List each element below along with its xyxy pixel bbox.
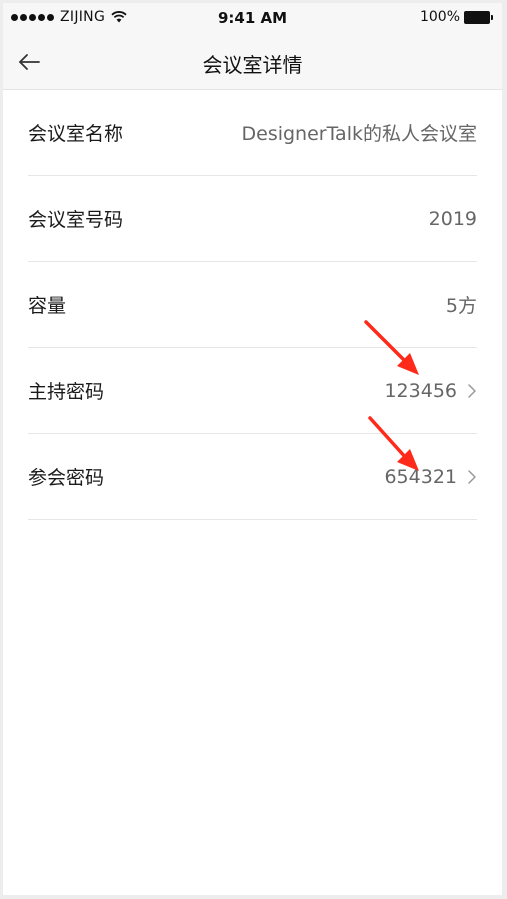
battery-percentage: 100% [419,9,460,25]
battery-icon [464,10,494,24]
host-password-value: 123456 [384,379,457,402]
status-right: 100% [420,9,494,25]
row-host-password[interactable]: 主持密码 123456 [28,348,477,434]
row-attendee-password[interactable]: 参会密码 654321 [28,434,477,520]
row-label: 容量 [28,295,67,317]
chevron-right-icon [468,469,476,484]
room-detail-list: 会议室名称 DesignerTalk的私人会议室 会议室号码 2019 容量 5… [3,90,502,520]
row-label: 主持密码 [28,381,105,403]
row-label: 会议室名称 [28,123,124,145]
row-label: 会议室号码 [28,209,124,231]
row-capacity: 容量 5方 [28,262,477,348]
navigation-bar: 会议室详情 [3,35,502,90]
room-name-value: DesignerTalk的私人会议室 [241,123,478,145]
page-title: 会议室详情 [202,53,303,77]
room-number-value: 2019 [428,207,477,230]
attendee-password-value: 654321 [384,465,457,488]
chevron-right-icon [468,383,476,398]
phone-screen: ZIJING 9:41 AM 100% 会议室详情 会议室名称 Designer… [3,3,502,895]
row-room-number: 会议室号码 2019 [28,176,477,262]
status-bar: ZIJING 9:41 AM 100% [3,3,502,35]
row-label: 参会密码 [28,467,105,489]
row-room-name: 会议室名称 DesignerTalk的私人会议室 [28,90,477,176]
capacity-value: 5方 [445,295,477,317]
